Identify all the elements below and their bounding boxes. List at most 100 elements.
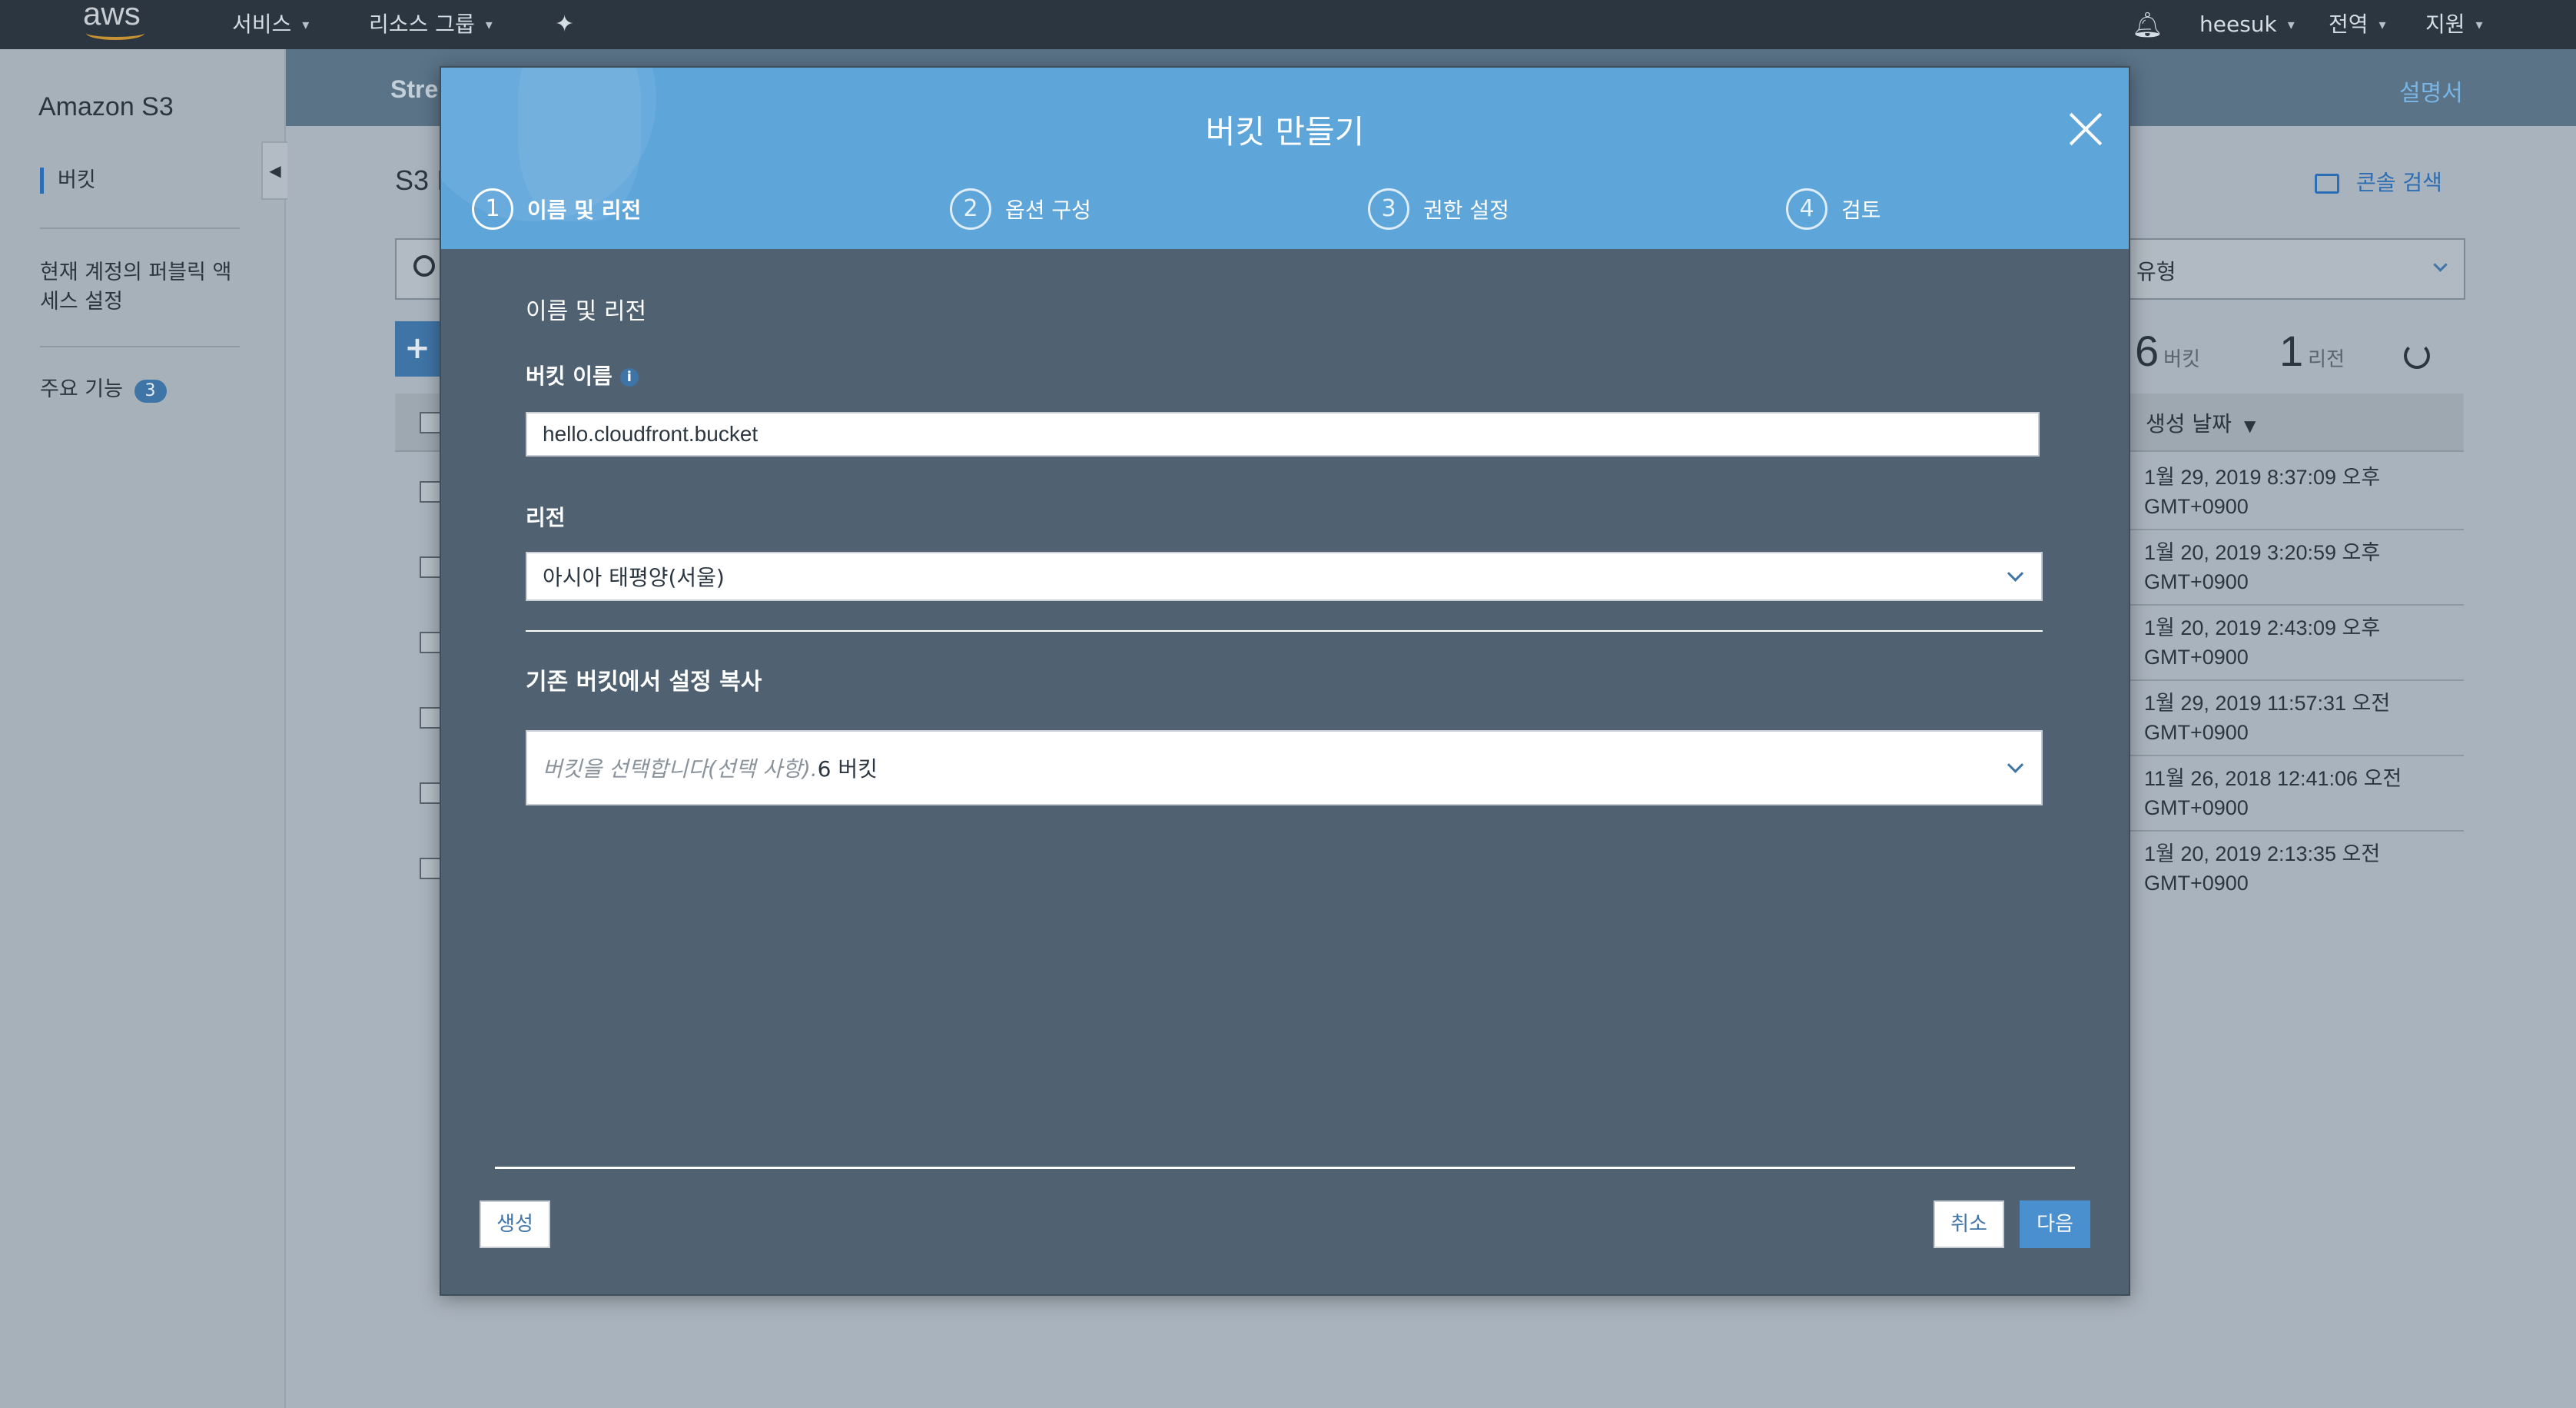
search-icon	[413, 255, 435, 277]
services-menu[interactable]: 서비스 ▾	[232, 6, 309, 43]
row-checkbox[interactable]	[420, 858, 441, 879]
info-icon[interactable]: i	[619, 368, 639, 387]
video-icon	[2315, 174, 2339, 194]
step-label: 옵션 구성	[1005, 198, 1091, 223]
chevron-down-icon	[2433, 257, 2448, 272]
table-row: 1월 20, 2019 2:13:35 오전 GMT+0900	[2144, 839, 2380, 898]
section-title: 이름 및 리전	[526, 298, 647, 325]
created-date: 11월 26, 2018 12:41:06 오전	[2144, 767, 2402, 790]
step-review: 4 검토	[1786, 188, 1881, 231]
row-divider	[2124, 830, 2464, 832]
table-row: 1월 29, 2019 11:57:31 오전 GMT+0900	[2144, 689, 2390, 747]
sidebar-item-public-access[interactable]: 현재 계정의 퍼블릭 액세스 설정	[40, 258, 232, 317]
table-row: 1월 20, 2019 2:43:09 오후 GMT+0900	[2144, 613, 2380, 672]
step-number: 2	[950, 188, 991, 230]
date-column-label: 생성 날짜	[2146, 411, 2232, 437]
aws-smile-icon	[86, 26, 144, 40]
sidebar-item-features-label: 주요 기능	[40, 377, 123, 401]
table-row: 11월 26, 2018 12:41:06 오전 GMT+0900	[2144, 764, 2402, 822]
section-divider	[526, 630, 2043, 632]
bucket-name-input[interactable]	[526, 412, 2040, 457]
created-timezone: GMT+0900	[2144, 872, 2249, 895]
bucket-count-label: 버킷	[2163, 348, 2200, 371]
row-divider	[2124, 529, 2464, 530]
dialog-header: 버킷 만들기 1 이름 및 리전 2 옵션 구성 3 권한 설정 4 검토	[441, 68, 2129, 249]
user-menu[interactable]: heesuk ▾	[2199, 6, 2295, 43]
type-filter-label: 유형	[2136, 259, 2176, 284]
step-number: 1	[472, 188, 513, 230]
console-search-link[interactable]: 콘솔 검색	[2315, 166, 2442, 197]
created-timezone: GMT+0900	[2144, 495, 2249, 518]
row-divider	[2124, 604, 2464, 606]
sidebar-collapse-button[interactable]: ◀	[261, 141, 287, 200]
copy-bucket-count: 6 버킷	[817, 756, 878, 782]
chevron-down-icon: ▾	[302, 17, 310, 33]
region-select[interactable]: 아시아 태평양(서울)	[526, 552, 2043, 601]
copy-bucket-placeholder: 버킷을 선택합니다(선택 사항).	[543, 756, 818, 782]
created-timezone: GMT+0900	[2144, 646, 2249, 669]
region-count-value: 1	[2279, 327, 2304, 375]
region-menu[interactable]: 전역 ▾	[2329, 6, 2386, 43]
create-bucket-button[interactable]: +	[395, 321, 440, 377]
step-set-permissions: 3 권한 설정	[1368, 188, 1509, 231]
row-divider	[2124, 755, 2464, 756]
created-date: 1월 20, 2019 2:13:35 오전	[2144, 842, 2381, 865]
footer-divider	[495, 1167, 2075, 1169]
copy-bucket-select-value: 버킷을 선택합니다(선택 사항).6 버킷	[543, 752, 878, 783]
date-column-header[interactable]: 생성 날짜 ▼	[2146, 407, 2256, 438]
step-label: 검토	[1841, 198, 1881, 223]
support-label: 지원	[2425, 12, 2465, 37]
table-row: 1월 29, 2019 8:37:09 오후 GMT+0900	[2144, 463, 2380, 521]
row-checkbox[interactable]	[420, 632, 441, 653]
resource-groups-label: 리소스 그룹	[369, 12, 475, 37]
close-icon[interactable]	[2063, 106, 2109, 152]
step-label: 이름 및 리전	[527, 198, 642, 223]
row-checkbox[interactable]	[420, 707, 441, 729]
row-divider	[2124, 679, 2464, 681]
banner-left-text: Stre	[390, 75, 439, 103]
chevron-down-icon: ▾	[2378, 17, 2386, 33]
cancel-button[interactable]: 취소	[1934, 1200, 2004, 1248]
region-menu-label: 전역	[2329, 12, 2369, 37]
copy-bucket-select[interactable]: 버킷을 선택합니다(선택 사항).6 버킷	[526, 730, 2043, 805]
row-checkbox[interactable]	[420, 481, 441, 503]
sort-down-icon: ▼	[2243, 417, 2256, 435]
sidebar-divider	[40, 346, 240, 347]
bucket-count: 6 버킷	[2135, 326, 2200, 376]
aws-logo[interactable]: aws	[83, 0, 152, 45]
bucket-name-label: 버킷 이름 i	[526, 360, 639, 390]
region-label: 리전	[526, 505, 566, 530]
next-button[interactable]: 다음	[2020, 1200, 2090, 1248]
step-number: 4	[1786, 188, 1827, 230]
chevron-down-icon	[2007, 565, 2024, 582]
select-all-checkbox[interactable]	[420, 412, 441, 433]
user-label: heesuk	[2199, 12, 2277, 37]
type-filter-select[interactable]: 유형	[2124, 238, 2465, 300]
row-checkbox[interactable]	[420, 782, 441, 804]
created-date: 1월 29, 2019 8:37:09 오후	[2144, 466, 2381, 489]
refresh-icon[interactable]	[2404, 343, 2430, 369]
chevron-down-icon	[2007, 756, 2024, 773]
documentation-link[interactable]: 설명서	[2399, 74, 2463, 108]
create-button[interactable]: 생성	[480, 1200, 550, 1248]
create-bucket-dialog: 버킷 만들기 1 이름 및 리전 2 옵션 구성 3 권한 설정 4 검토 이름…	[440, 66, 2130, 1296]
step-number: 3	[1368, 188, 1409, 230]
services-label: 서비스	[232, 12, 292, 37]
chevron-down-icon: ▾	[2475, 17, 2483, 33]
console-search-label: 콘솔 검색	[2356, 170, 2442, 195]
created-date: 1월 20, 2019 2:43:09 오후	[2144, 616, 2381, 639]
page-title: S3 I	[395, 164, 445, 196]
support-menu[interactable]: 지원 ▾	[2425, 6, 2483, 43]
features-count-badge: 3	[134, 380, 167, 403]
chevron-down-icon: ▾	[485, 17, 493, 33]
bell-icon[interactable]: 🔔︎	[2132, 6, 2163, 43]
pin-icon[interactable]: ✦	[555, 6, 574, 43]
row-checkbox[interactable]	[420, 556, 441, 578]
sidebar-item-features[interactable]: 주요 기능 3	[40, 375, 167, 404]
chevron-down-icon: ▾	[2287, 17, 2295, 33]
resource-groups-menu[interactable]: 리소스 그룹 ▾	[369, 6, 493, 43]
created-timezone: GMT+0900	[2144, 721, 2249, 744]
sidebar-title: Amazon S3	[38, 92, 174, 121]
sidebar-item-buckets[interactable]: 버킷	[40, 168, 96, 194]
region-select-value: 아시아 태평양(서울)	[543, 565, 725, 590]
